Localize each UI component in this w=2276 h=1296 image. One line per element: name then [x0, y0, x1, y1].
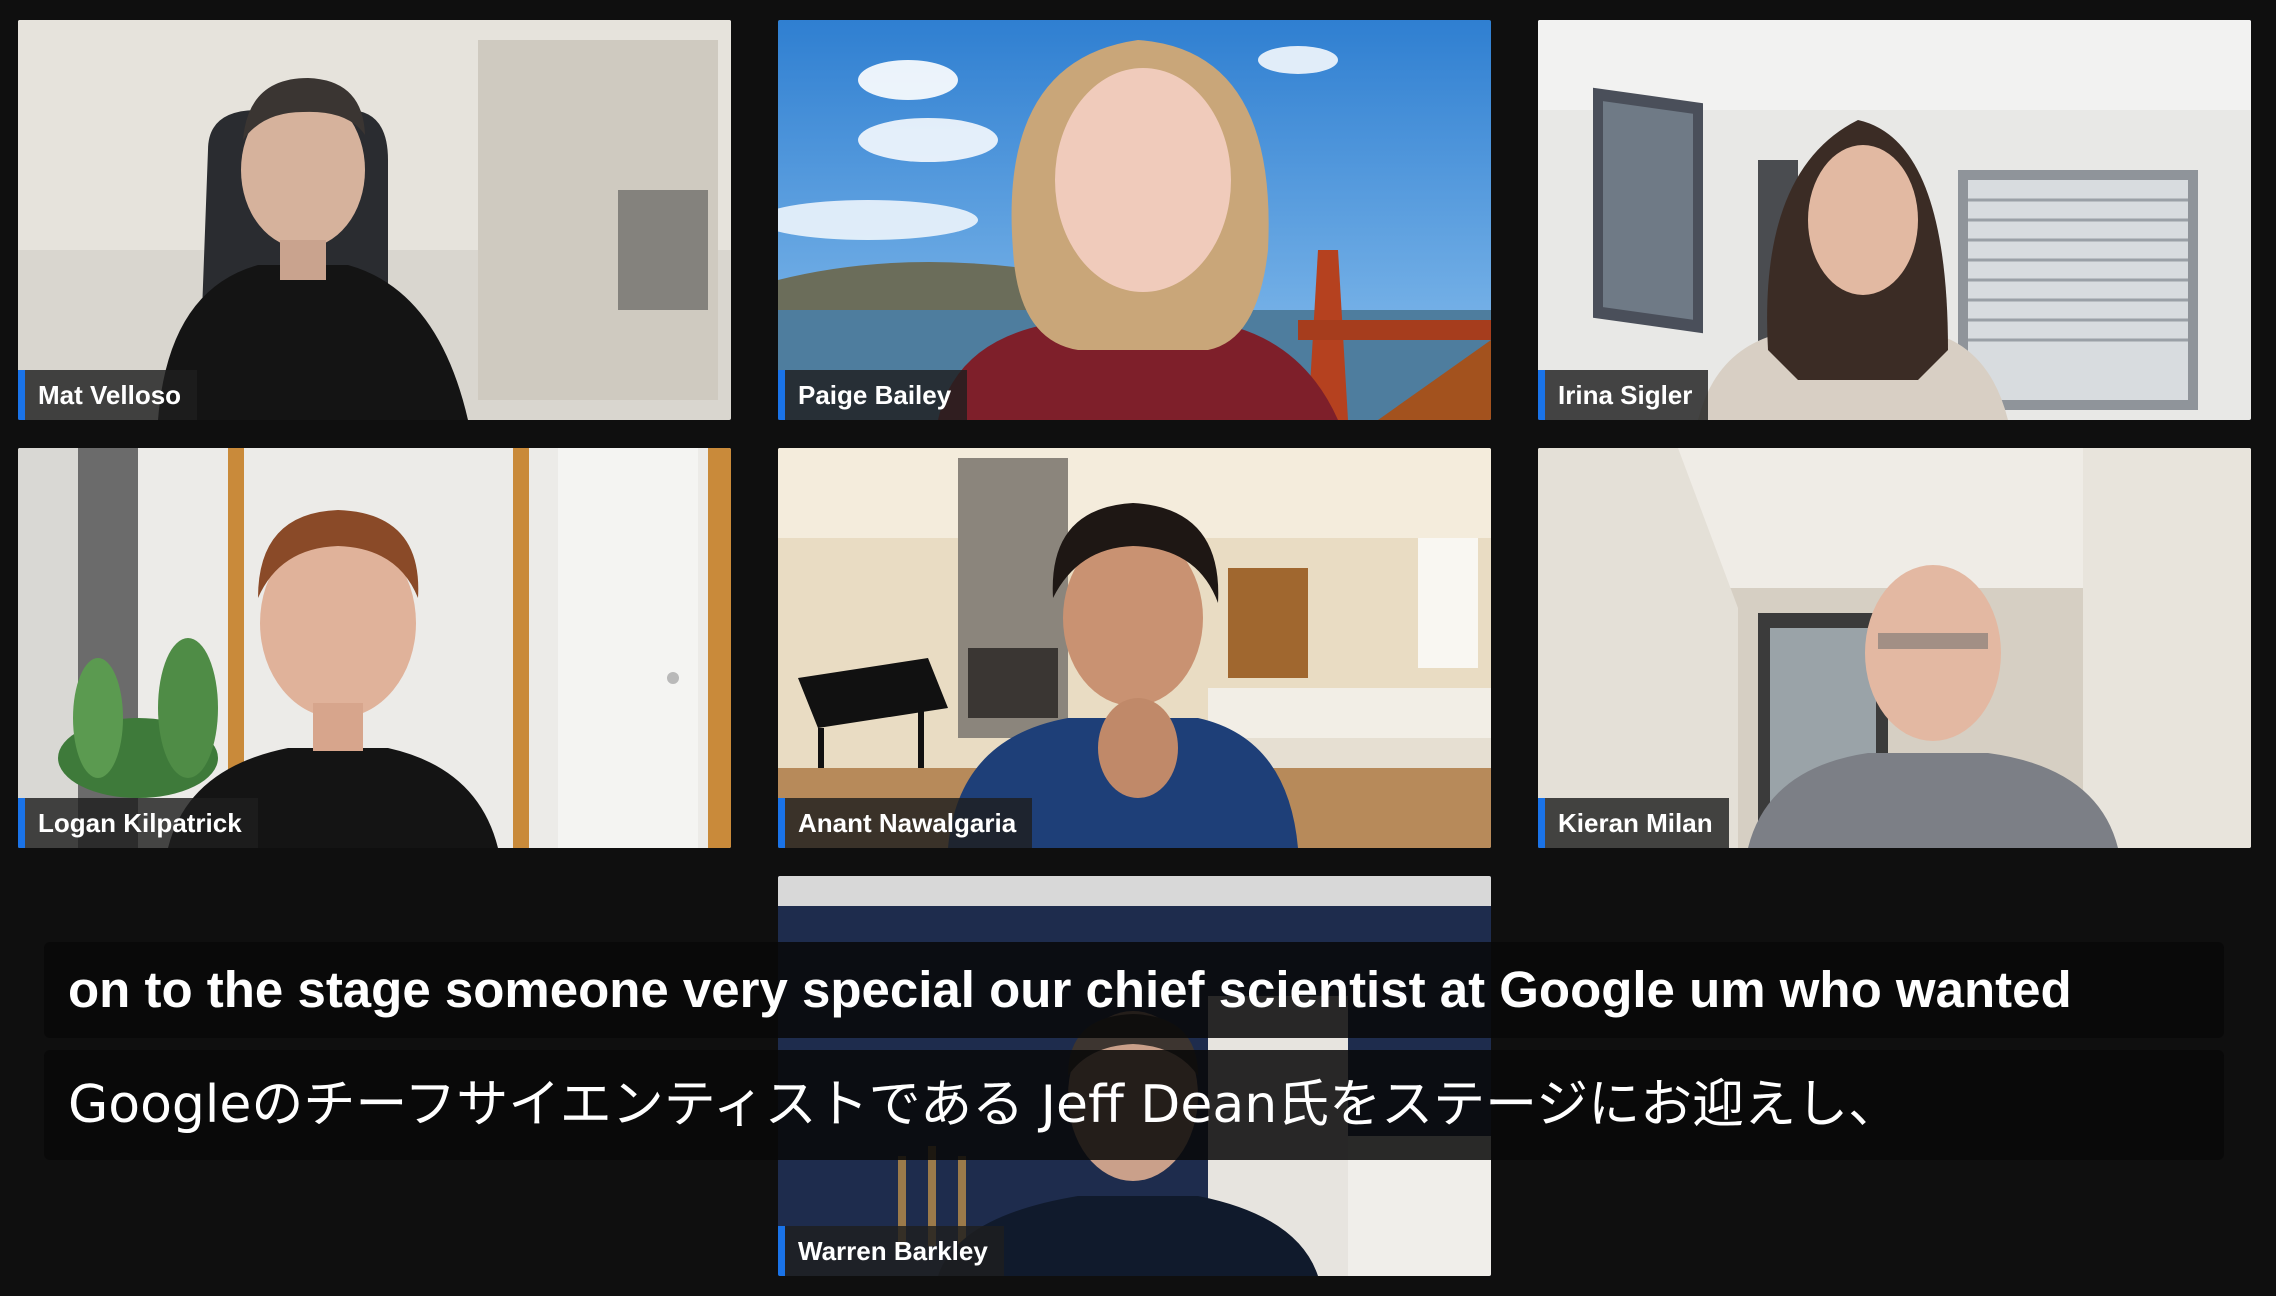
participant-name-tag: Anant Nawalgaria [778, 798, 1033, 848]
participant-name-tag: Paige Bailey [778, 370, 968, 420]
caption-english: on to the stage someone very special our… [44, 942, 2224, 1038]
participant-name-tag: Irina Sigler [1538, 370, 1709, 420]
video-feed-irina-sigler [1538, 20, 2251, 420]
video-call-grid: Mat Velloso Paige Bailey Irina Sigler Lo… [0, 0, 2276, 1296]
video-feed-logan-kilpatrick [18, 448, 731, 848]
video-feed-paige-bailey [778, 20, 1491, 420]
participant-tile-kieran-milan[interactable]: Kieran Milan [1538, 448, 2251, 848]
participant-tile-paige-bailey[interactable]: Paige Bailey [778, 20, 1491, 420]
participant-name-tag: Logan Kilpatrick [18, 798, 258, 848]
participant-name-tag: Mat Velloso [18, 370, 198, 420]
caption-japanese: Googleのチーフサイエンティストである Jeff Dean氏をステージにお迎… [44, 1050, 2224, 1160]
video-feed-kieran-milan [1538, 448, 2251, 848]
participant-tile-logan-kilpatrick[interactable]: Logan Kilpatrick [18, 448, 731, 848]
participant-tile-mat-velloso[interactable]: Mat Velloso [18, 20, 731, 420]
participant-name-tag: Kieran Milan [1538, 798, 1729, 848]
participant-tile-anant-nawalgaria[interactable]: Anant Nawalgaria [778, 448, 1491, 848]
video-feed-anant-nawalgaria [778, 448, 1491, 848]
participant-name-tag: Warren Barkley [778, 1226, 1004, 1276]
participant-tile-irina-sigler[interactable]: Irina Sigler [1538, 20, 2251, 420]
video-feed-mat-velloso [18, 20, 731, 420]
